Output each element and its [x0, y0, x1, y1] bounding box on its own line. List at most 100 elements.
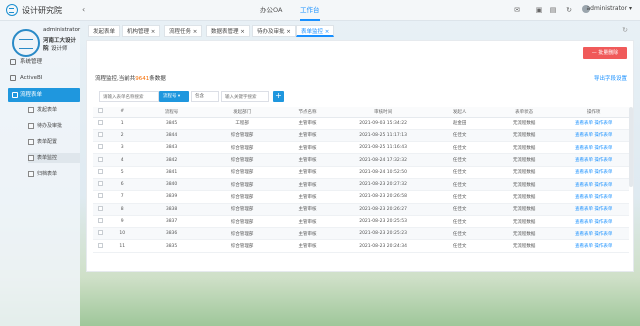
doc-icon	[28, 155, 34, 161]
tab-start-form[interactable]: 发起表单	[88, 25, 121, 37]
checkbox[interactable]	[97, 181, 103, 187]
checkbox[interactable]	[97, 131, 103, 137]
cell-status: 无流程数据	[489, 117, 559, 130]
cell-select[interactable]	[93, 203, 108, 216]
table-row[interactable]: 11 3835 综合管理部 主管审核 2021-08-23 20:24:34 任佳文 无流程…	[93, 239, 629, 253]
cell-select[interactable]	[93, 190, 108, 204]
cell-select[interactable]	[93, 141, 108, 155]
cell-index: 1	[107, 117, 138, 130]
tab-org[interactable]: 机构管理 ×	[122, 25, 161, 37]
cell-select[interactable]	[93, 227, 108, 241]
nav-oa[interactable]: 办公OA	[260, 0, 282, 21]
tab-todo[interactable]: 待办及审批 ×	[252, 25, 296, 37]
cell-time: 2021-08-24 10:52:50	[336, 166, 430, 179]
keyword-input[interactable]	[221, 91, 269, 102]
cell-select[interactable]	[93, 117, 108, 130]
cell-user: 任佳文	[429, 227, 490, 241]
tab-data-table[interactable]: 数据表管理 ×	[206, 25, 250, 37]
checkbox[interactable]	[97, 168, 103, 174]
cell-actions[interactable]: 查看表单 操作表单	[558, 227, 629, 241]
checkbox[interactable]	[97, 230, 103, 236]
cell-time: 2021-08-23 20:25:53	[336, 215, 430, 229]
cell-flow-id: 3842	[137, 153, 206, 167]
table-row[interactable]: 8 3838 综合管理部 主管审核 2021-08-23 20:26:27 任佳文 无流程数…	[93, 203, 629, 216]
checkbox[interactable]	[97, 156, 103, 162]
cell-select[interactable]	[93, 239, 108, 253]
table-row[interactable]: 10 3836 综合管理部 主管审核 2021-08-23 20:25:23 任佳文 无流程…	[93, 227, 629, 241]
cell-actions[interactable]: 查看表单 操作表单	[558, 215, 629, 229]
sidebar-sub-archive[interactable]: 归档表单	[28, 169, 80, 179]
refresh-tab-icon[interactable]: ↻	[622, 26, 628, 34]
shirt-icon[interactable]: ▣	[535, 6, 543, 14]
cell-index: 11	[107, 239, 138, 253]
cell-flow-id: 3835	[137, 239, 206, 253]
brand-title: 设计研究院	[22, 6, 62, 15]
table-row[interactable]: 4 3842 综合管理部 主管审核 2021-08-24 17:32:32 任佳文 无流程数…	[93, 153, 629, 167]
tab-bar: 发起表单 机构管理 × 流程任务 × 数据表管理 × 待办及审批 × 表单监控 …	[86, 23, 634, 37]
table-row[interactable]: 7 3839 综合管理部 主管审核 2021-08-23 20:26:58 任佳文 无流程数…	[93, 190, 629, 204]
condition-select[interactable]: 包含	[191, 91, 219, 102]
cell-actions[interactable]: 查看表单 操作表单	[558, 153, 629, 167]
trash-icon[interactable]: ▤	[549, 6, 557, 14]
doc-icon	[28, 139, 34, 145]
add-filter-button[interactable]: +	[273, 91, 284, 102]
form-name-search-input[interactable]	[99, 91, 159, 102]
tab-form-monitor[interactable]: 表单监控 ×	[296, 25, 335, 37]
sidebar-item-activebi[interactable]: ActiveBI	[0, 71, 80, 85]
user-menu[interactable]: administrator ▾	[586, 5, 632, 12]
cell-actions[interactable]: 查看表单 操作表单	[558, 178, 629, 192]
col-flow-id: 流程号	[137, 107, 206, 118]
sidebar-item-system[interactable]: 系统管理	[0, 55, 80, 69]
checkbox[interactable]	[97, 205, 103, 211]
cell-actions[interactable]: 查看表单 操作表单	[558, 166, 629, 179]
refresh-icon[interactable]: ↻	[565, 6, 573, 14]
batch-delete-button[interactable]: — 批量删除	[583, 47, 627, 59]
table-row[interactable]: 9 3837 综合管理部 主管审核 2021-08-23 20:25:53 任佳文 无流程数…	[93, 215, 629, 229]
cell-time: 2021-08-25 11:16:43	[336, 141, 430, 155]
header-select-all[interactable]	[93, 107, 108, 118]
sidebar-sub-todo[interactable]: 待办及审批	[28, 121, 80, 131]
cell-actions[interactable]: 查看表单 操作表单	[558, 141, 629, 155]
sidebar-sub-start-form[interactable]: 发起表单	[28, 105, 80, 115]
cell-dept: 工程部	[205, 117, 279, 130]
org-role: 设计师	[51, 46, 68, 52]
table-row[interactable]: 5 3841 综合管理部 主管审核 2021-08-24 10:52:50 任佳文 无流程数…	[93, 166, 629, 179]
cell-dept: 综合管理部	[205, 215, 279, 229]
sidebar-sub-form-config[interactable]: 表单配置	[28, 137, 80, 147]
nav-workbench[interactable]: 工作台	[300, 0, 320, 21]
cell-actions[interactable]: 查看表单 操作表单	[558, 203, 629, 216]
checkbox[interactable]	[97, 144, 103, 150]
cell-select[interactable]	[93, 166, 108, 179]
cell-node: 主管审核	[278, 239, 337, 253]
checkbox[interactable]	[97, 218, 103, 224]
field-select[interactable]: 流程号 ▾	[159, 91, 189, 102]
checkbox[interactable]	[97, 108, 103, 114]
cell-select[interactable]	[93, 178, 108, 192]
cell-user: 任佳文	[429, 203, 490, 216]
sidebar-item-flow-forms[interactable]: 流程表单	[8, 88, 80, 102]
cell-select[interactable]	[93, 153, 108, 167]
checkbox[interactable]	[97, 193, 103, 199]
table-row[interactable]: 3 3843 综合管理部 主管审核 2021-08-25 11:16:43 任佳文 无流程数…	[93, 141, 629, 155]
cell-select[interactable]	[93, 129, 108, 143]
cell-actions[interactable]: 查看表单 操作表单	[558, 117, 629, 130]
doc-icon	[28, 123, 34, 129]
mail-icon[interactable]: ✉	[513, 6, 521, 14]
menu-toggle-icon[interactable]: ‹	[82, 5, 85, 14]
cell-status: 无流程数据	[489, 215, 559, 229]
cell-actions[interactable]: 查看表单 操作表单	[558, 190, 629, 204]
checkbox[interactable]	[97, 242, 103, 248]
cell-actions[interactable]: 查看表单 操作表单	[558, 129, 629, 143]
table-row[interactable]: 6 3840 综合管理部 主管审核 2021-08-23 20:27:32 任佳文 无流程数…	[93, 178, 629, 192]
cell-actions[interactable]: 查看表单 操作表单	[558, 239, 629, 253]
cell-status: 无流程数据	[489, 227, 559, 241]
table-row[interactable]: 2 3844 综合管理部 主管审核 2021-08-25 11:17:13 任佳文 无流程数…	[93, 129, 629, 143]
scrollbar[interactable]	[629, 107, 633, 187]
cell-select[interactable]	[93, 215, 108, 229]
tab-flow-task[interactable]: 流程任务 ×	[164, 25, 203, 37]
settings-icon	[10, 59, 16, 65]
export-settings-link[interactable]: 导出字段设置	[594, 74, 627, 82]
table-row[interactable]: 1 3845 工程部 主管审核 2021-09-03 15:34:22 赵金田 无流程数据查…	[93, 117, 629, 130]
checkbox[interactable]	[97, 119, 103, 125]
sidebar-sub-form-monitor[interactable]: 表单监控	[28, 153, 80, 163]
